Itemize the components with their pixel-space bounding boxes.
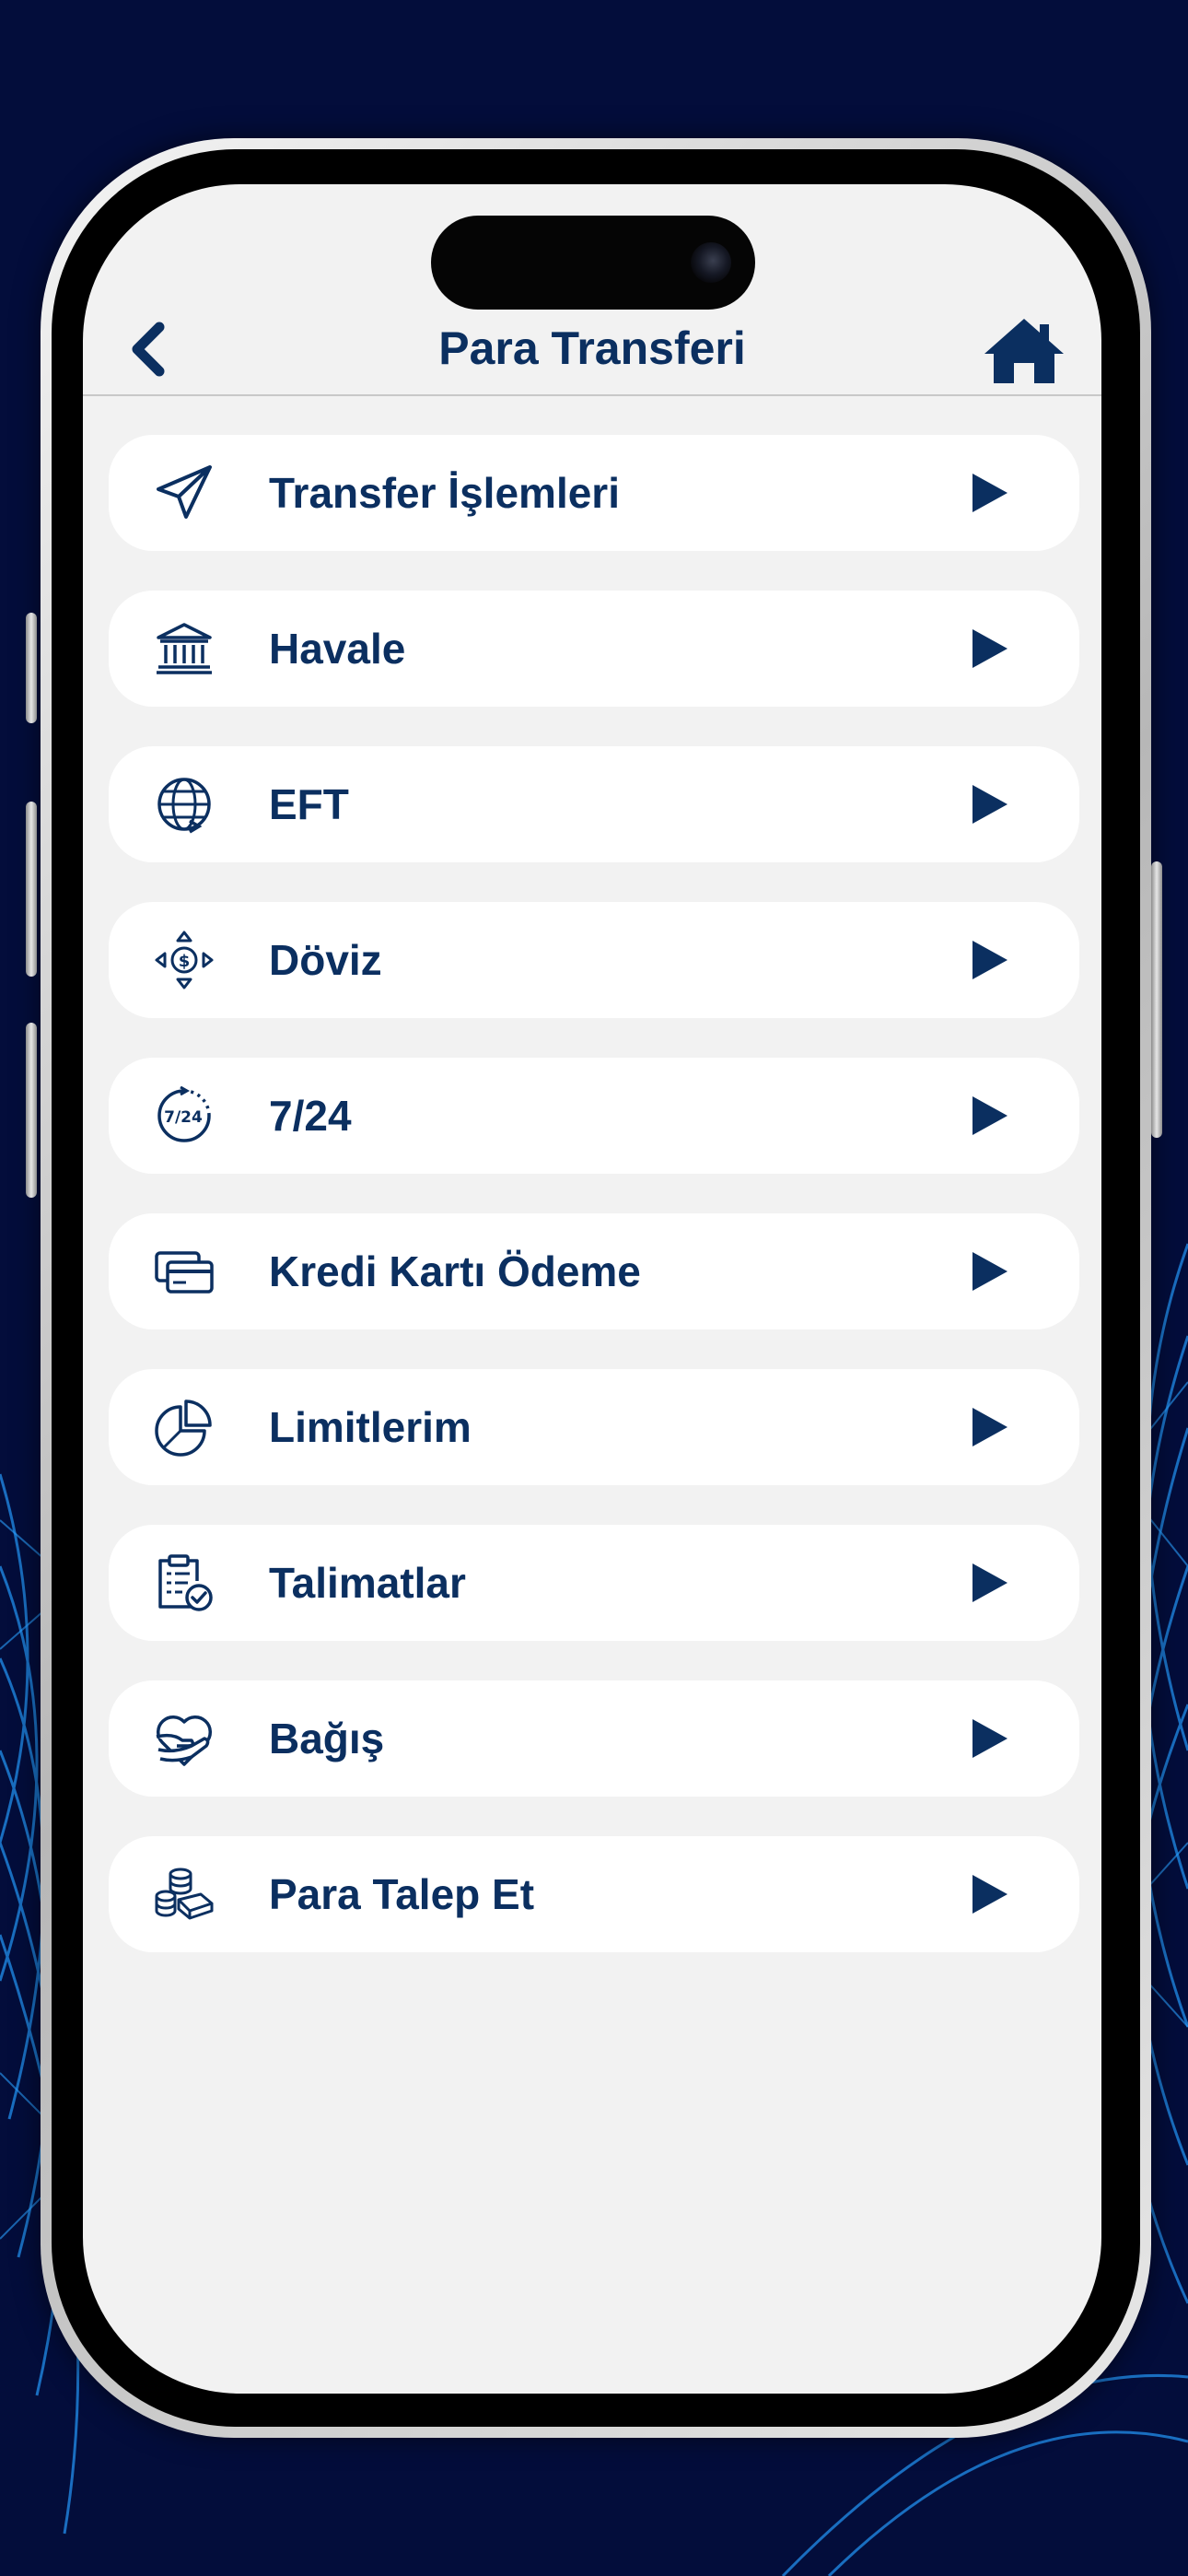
menu-item-label: Talimatlar xyxy=(269,1559,466,1607)
menu-item-eft[interactable]: EFT xyxy=(109,746,1079,862)
menu-list: Transfer İşlemleri Havale EFT $ Döviz 7/… xyxy=(109,435,1079,1992)
svg-text:7/24: 7/24 xyxy=(164,1108,203,1127)
navigation-bar: Para Transferi xyxy=(83,310,1101,394)
chevron-right-icon xyxy=(973,629,1007,668)
chevron-right-icon xyxy=(973,1875,1007,1914)
menu-item-transfer-islemleri[interactable]: Transfer İşlemleri xyxy=(109,435,1079,551)
page-title: Para Transferi xyxy=(438,322,746,374)
menu-item-label: Döviz xyxy=(269,936,382,984)
clock-247-icon: 7/24 xyxy=(157,1086,211,1142)
power-button xyxy=(1151,861,1162,1138)
menu-item-limitlerim[interactable]: Limitlerim xyxy=(109,1369,1079,1485)
globe-transfer-icon xyxy=(157,778,211,834)
chevron-right-icon xyxy=(973,474,1007,512)
menu-item-7-24[interactable]: 7/24 7/24 xyxy=(109,1058,1079,1174)
menu-item-havale[interactable]: Havale xyxy=(109,591,1079,707)
menu-item-bagis[interactable]: Bağış xyxy=(109,1680,1079,1797)
chevron-right-icon xyxy=(973,1719,1007,1758)
currency-exchange-icon: $ xyxy=(155,931,214,989)
dynamic-island xyxy=(431,216,755,310)
home-button[interactable] xyxy=(980,310,1068,392)
menu-item-label: Bağış xyxy=(269,1715,385,1762)
chevron-right-icon xyxy=(973,1408,1007,1446)
clipboard-check-icon xyxy=(158,1554,213,1611)
menu-item-doviz[interactable]: $ Döviz xyxy=(109,902,1079,1018)
credit-card-icon xyxy=(155,1251,214,1294)
front-camera xyxy=(691,242,731,283)
menu-item-label: 7/24 xyxy=(269,1092,352,1140)
svg-text:$: $ xyxy=(179,952,191,971)
menu-item-label: Transfer İşlemleri xyxy=(269,469,620,517)
paper-plane-icon xyxy=(157,465,212,519)
menu-item-kredi-karti-odeme[interactable]: Kredi Kartı Ödeme xyxy=(109,1213,1079,1329)
menu-item-label: Para Talep Et xyxy=(269,1870,535,1918)
header-divider xyxy=(83,394,1101,396)
volume-down-button xyxy=(26,1023,37,1198)
chevron-right-icon xyxy=(973,1096,1007,1135)
bank-icon xyxy=(157,623,212,674)
menu-item-talimatlar[interactable]: Talimatlar xyxy=(109,1525,1079,1641)
donation-heart-icon xyxy=(156,1715,213,1766)
menu-item-label: Limitlerim xyxy=(269,1403,472,1451)
menu-item-para-talep-et[interactable]: Para Talep Et xyxy=(109,1836,1079,1952)
action-button xyxy=(26,613,37,723)
pie-chart-icon xyxy=(155,1399,212,1457)
chevron-right-icon xyxy=(973,941,1007,979)
menu-item-label: Havale xyxy=(269,625,406,673)
chevron-right-icon xyxy=(973,1252,1007,1291)
home-icon xyxy=(984,319,1064,383)
chevron-right-icon xyxy=(973,1563,1007,1602)
chevron-left-icon xyxy=(132,322,165,377)
volume-up-button xyxy=(26,802,37,977)
app-screen: Para Transferi Transfer İşlemleri Havale… xyxy=(83,184,1101,2394)
menu-item-label: Kredi Kartı Ödeme xyxy=(269,1247,641,1295)
menu-item-label: EFT xyxy=(269,780,349,828)
coins-stack-icon xyxy=(155,1868,214,1920)
chevron-right-icon xyxy=(973,785,1007,824)
back-button[interactable] xyxy=(116,317,181,381)
